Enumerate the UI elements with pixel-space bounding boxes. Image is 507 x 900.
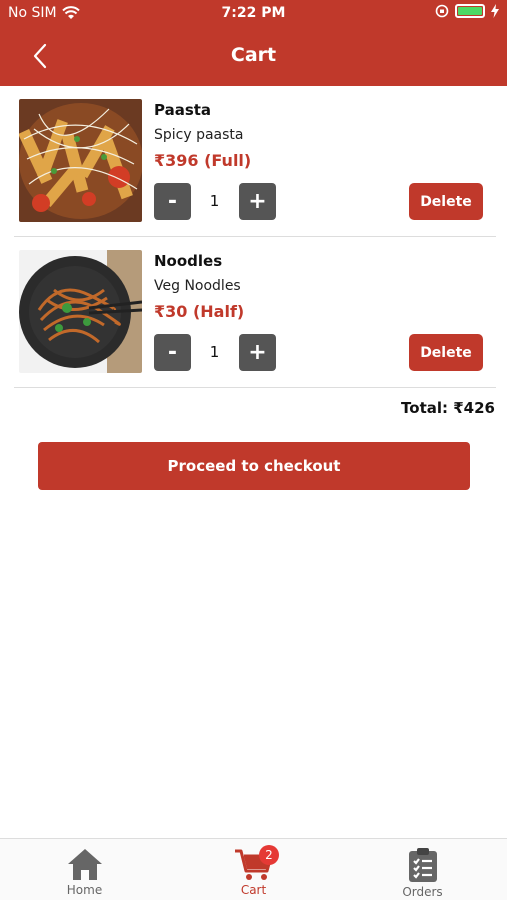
tab-orders[interactable]: Orders: [338, 839, 507, 900]
charging-icon: [491, 4, 499, 18]
checkout-button[interactable]: Proceed to checkout: [38, 442, 470, 490]
increase-quantity-button[interactable]: +: [239, 334, 276, 371]
delete-button[interactable]: Delete: [409, 334, 483, 371]
item-name: Paasta: [154, 101, 212, 119]
orientation-lock-icon: [435, 4, 449, 18]
status-bar: No SIM 7:22 PM: [0, 0, 507, 28]
item-price: ₹396 (Full): [154, 151, 252, 170]
quantity-value: 1: [209, 343, 220, 361]
pasta-photo: [19, 99, 142, 222]
increase-quantity-button[interactable]: +: [239, 183, 276, 220]
decrease-quantity-button[interactable]: -: [154, 183, 191, 220]
page-title: Cart: [230, 44, 277, 66]
cart-total: Total: ₹426: [401, 399, 495, 417]
noodles-photo: [19, 250, 142, 373]
item-price: ₹30 (Half): [154, 302, 245, 321]
item-description: Spicy paasta: [154, 127, 244, 143]
quantity-value: 1: [209, 192, 220, 210]
status-time: 7:22 PM: [221, 5, 286, 21]
tab-label: Home: [66, 883, 103, 897]
home-icon: [67, 849, 102, 880]
item-name: Noodles: [154, 252, 223, 270]
tab-label: Orders: [402, 885, 443, 899]
cart-item: Noodles Veg Noodles ₹30 (Half) - 1 + Del…: [14, 238, 496, 388]
tab-label: Cart: [240, 883, 267, 897]
tab-bar: Home 2 Cart Orders: [0, 838, 507, 900]
app-header: No SIM 7:22 PM Cart: [0, 0, 507, 86]
delete-button[interactable]: Delete: [409, 183, 483, 220]
battery-icon: [455, 4, 485, 18]
clipboard-icon: [408, 848, 437, 882]
decrease-quantity-button[interactable]: -: [154, 334, 191, 371]
item-description: Veg Noodles: [154, 278, 241, 294]
tab-home[interactable]: Home: [0, 839, 169, 900]
tab-cart[interactable]: 2 Cart: [169, 839, 338, 900]
cart-badge: 2: [259, 845, 279, 865]
cart-item: Paasta Spicy paasta ₹396 (Full) - 1 + De…: [14, 87, 496, 237]
